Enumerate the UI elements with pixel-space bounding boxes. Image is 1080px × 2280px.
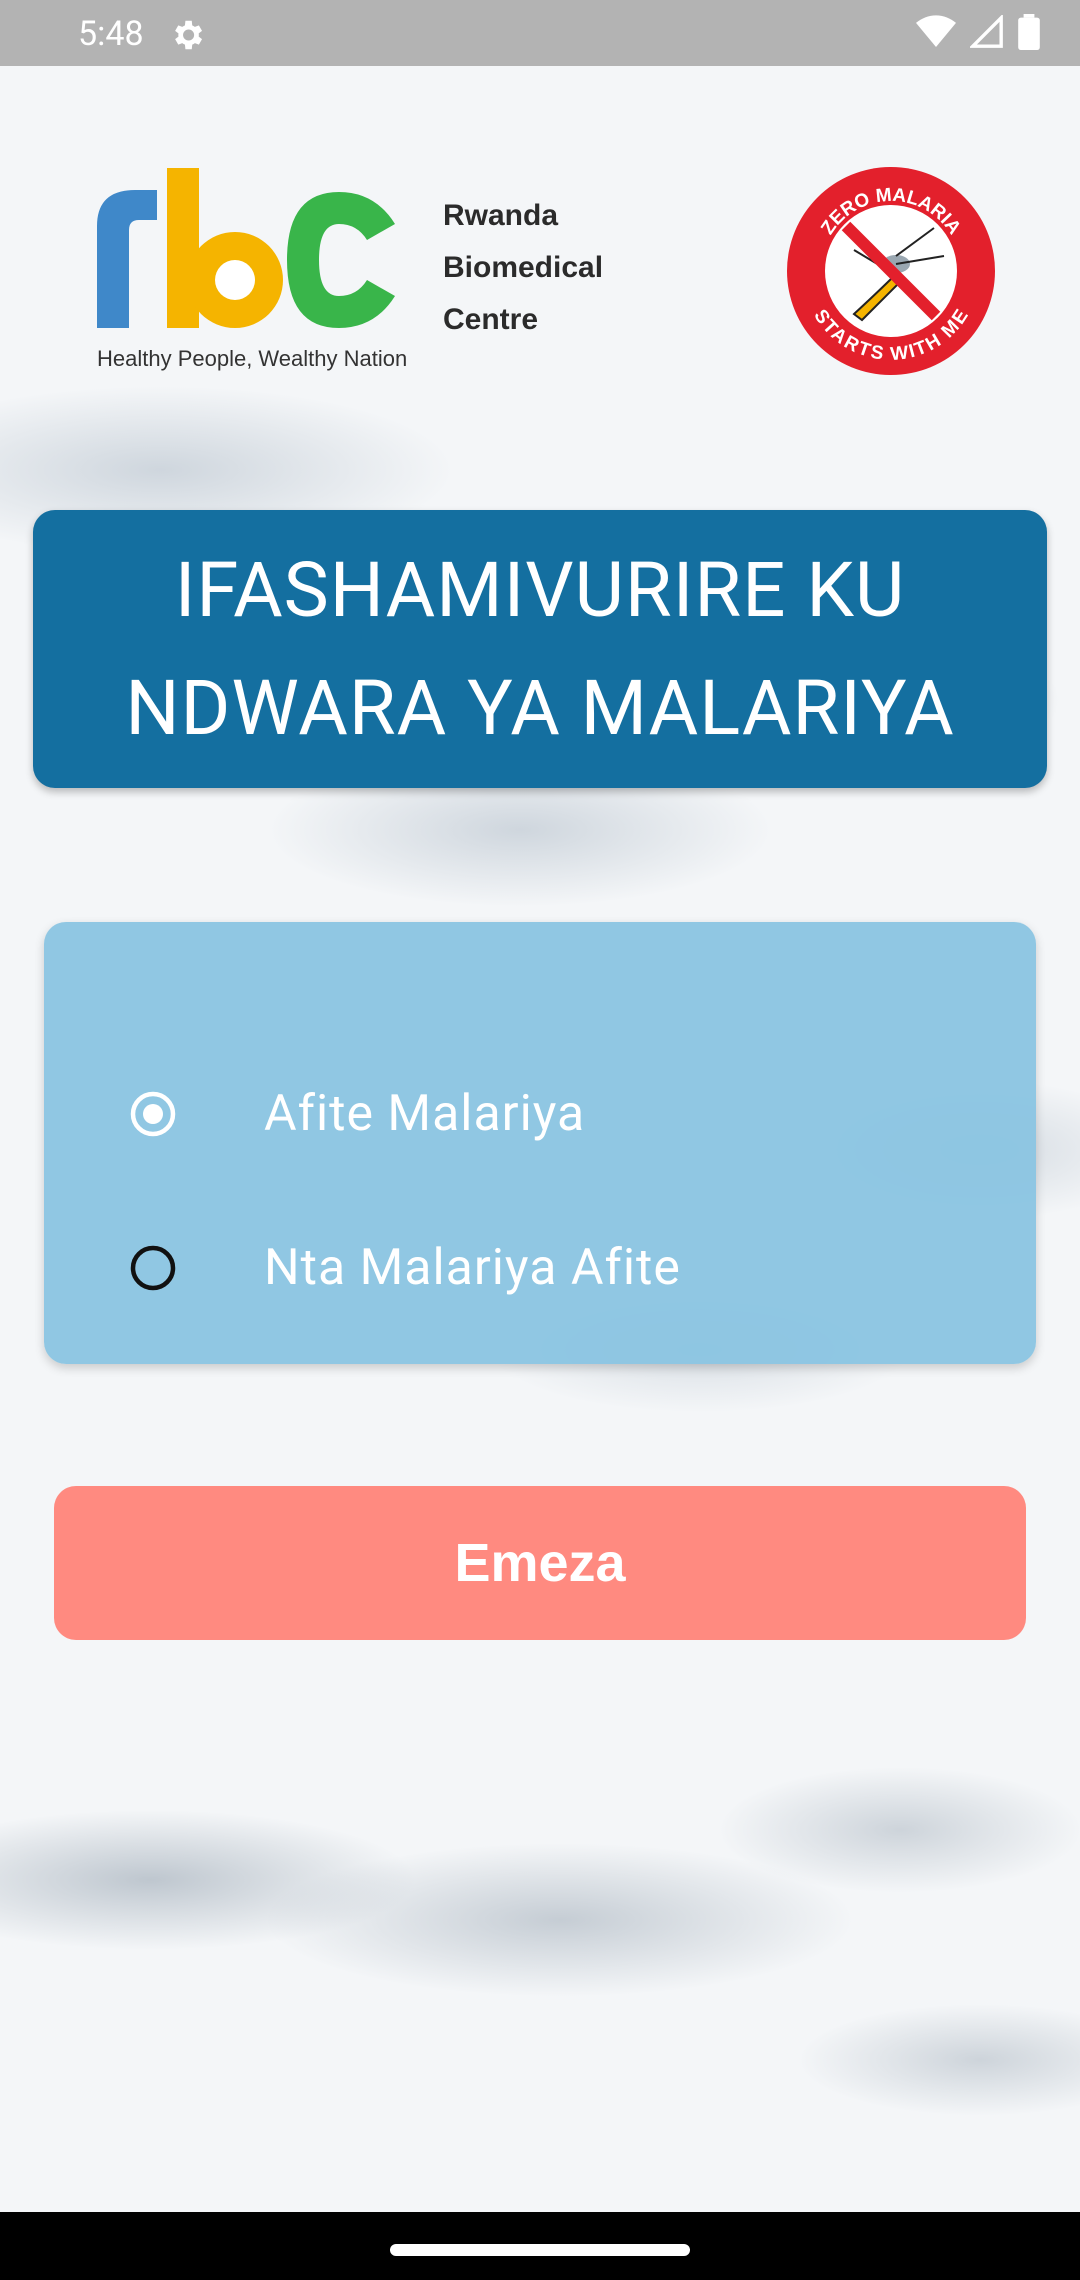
rbc-logo: Rwanda Biomedical Centre Healthy People,… xyxy=(95,168,615,378)
option-nta-malariya-afite[interactable]: Nta Malariya Afite xyxy=(44,1218,1036,1318)
title-card: IFASHAMIVURIRE KU NDWARA YA MALARIYA xyxy=(33,510,1047,788)
status-time: 5:48 xyxy=(78,14,144,54)
option-label: Nta Malariya Afite xyxy=(264,1239,681,1297)
rbc-letters-icon xyxy=(97,168,395,328)
rbc-name: Rwanda Biomedical Centre xyxy=(443,190,603,346)
battery-icon xyxy=(1018,14,1040,50)
rbc-name-line1: Rwanda xyxy=(443,199,559,232)
option-afite-malariya[interactable]: Afite Malariya xyxy=(44,1064,1036,1164)
settings-icon xyxy=(175,20,203,50)
rbc-name-line3: Centre xyxy=(443,303,539,336)
home-gesture-handle[interactable] xyxy=(390,2244,690,2256)
title-line1: IFASHAMIVURIRE KU xyxy=(174,545,906,635)
status-bar: 5:48 xyxy=(0,0,1080,66)
submit-button[interactable]: Emeza xyxy=(54,1486,1026,1640)
navigation-bar xyxy=(0,2212,1080,2280)
rbc-name-line2: Biomedical xyxy=(443,251,604,284)
zero-malaria-badge: ZERO MALARIA STARTS WITH ME xyxy=(787,167,995,375)
title-line2: NDWARA YA MALARIYA xyxy=(125,663,955,753)
options-card: Afite Malariya Nta Malariya Afite xyxy=(44,922,1036,1364)
page-title: IFASHAMIVURIRE KU NDWARA YA MALARIYA xyxy=(125,531,954,767)
option-label: Afite Malariya xyxy=(264,1085,586,1143)
wifi-icon xyxy=(916,15,956,48)
radio-selected-icon[interactable] xyxy=(130,1091,176,1137)
radio-unselected-icon[interactable] xyxy=(130,1245,176,1291)
signal-icon xyxy=(970,15,1003,48)
rbc-tagline: Healthy People, Wealthy Nation xyxy=(97,346,408,371)
